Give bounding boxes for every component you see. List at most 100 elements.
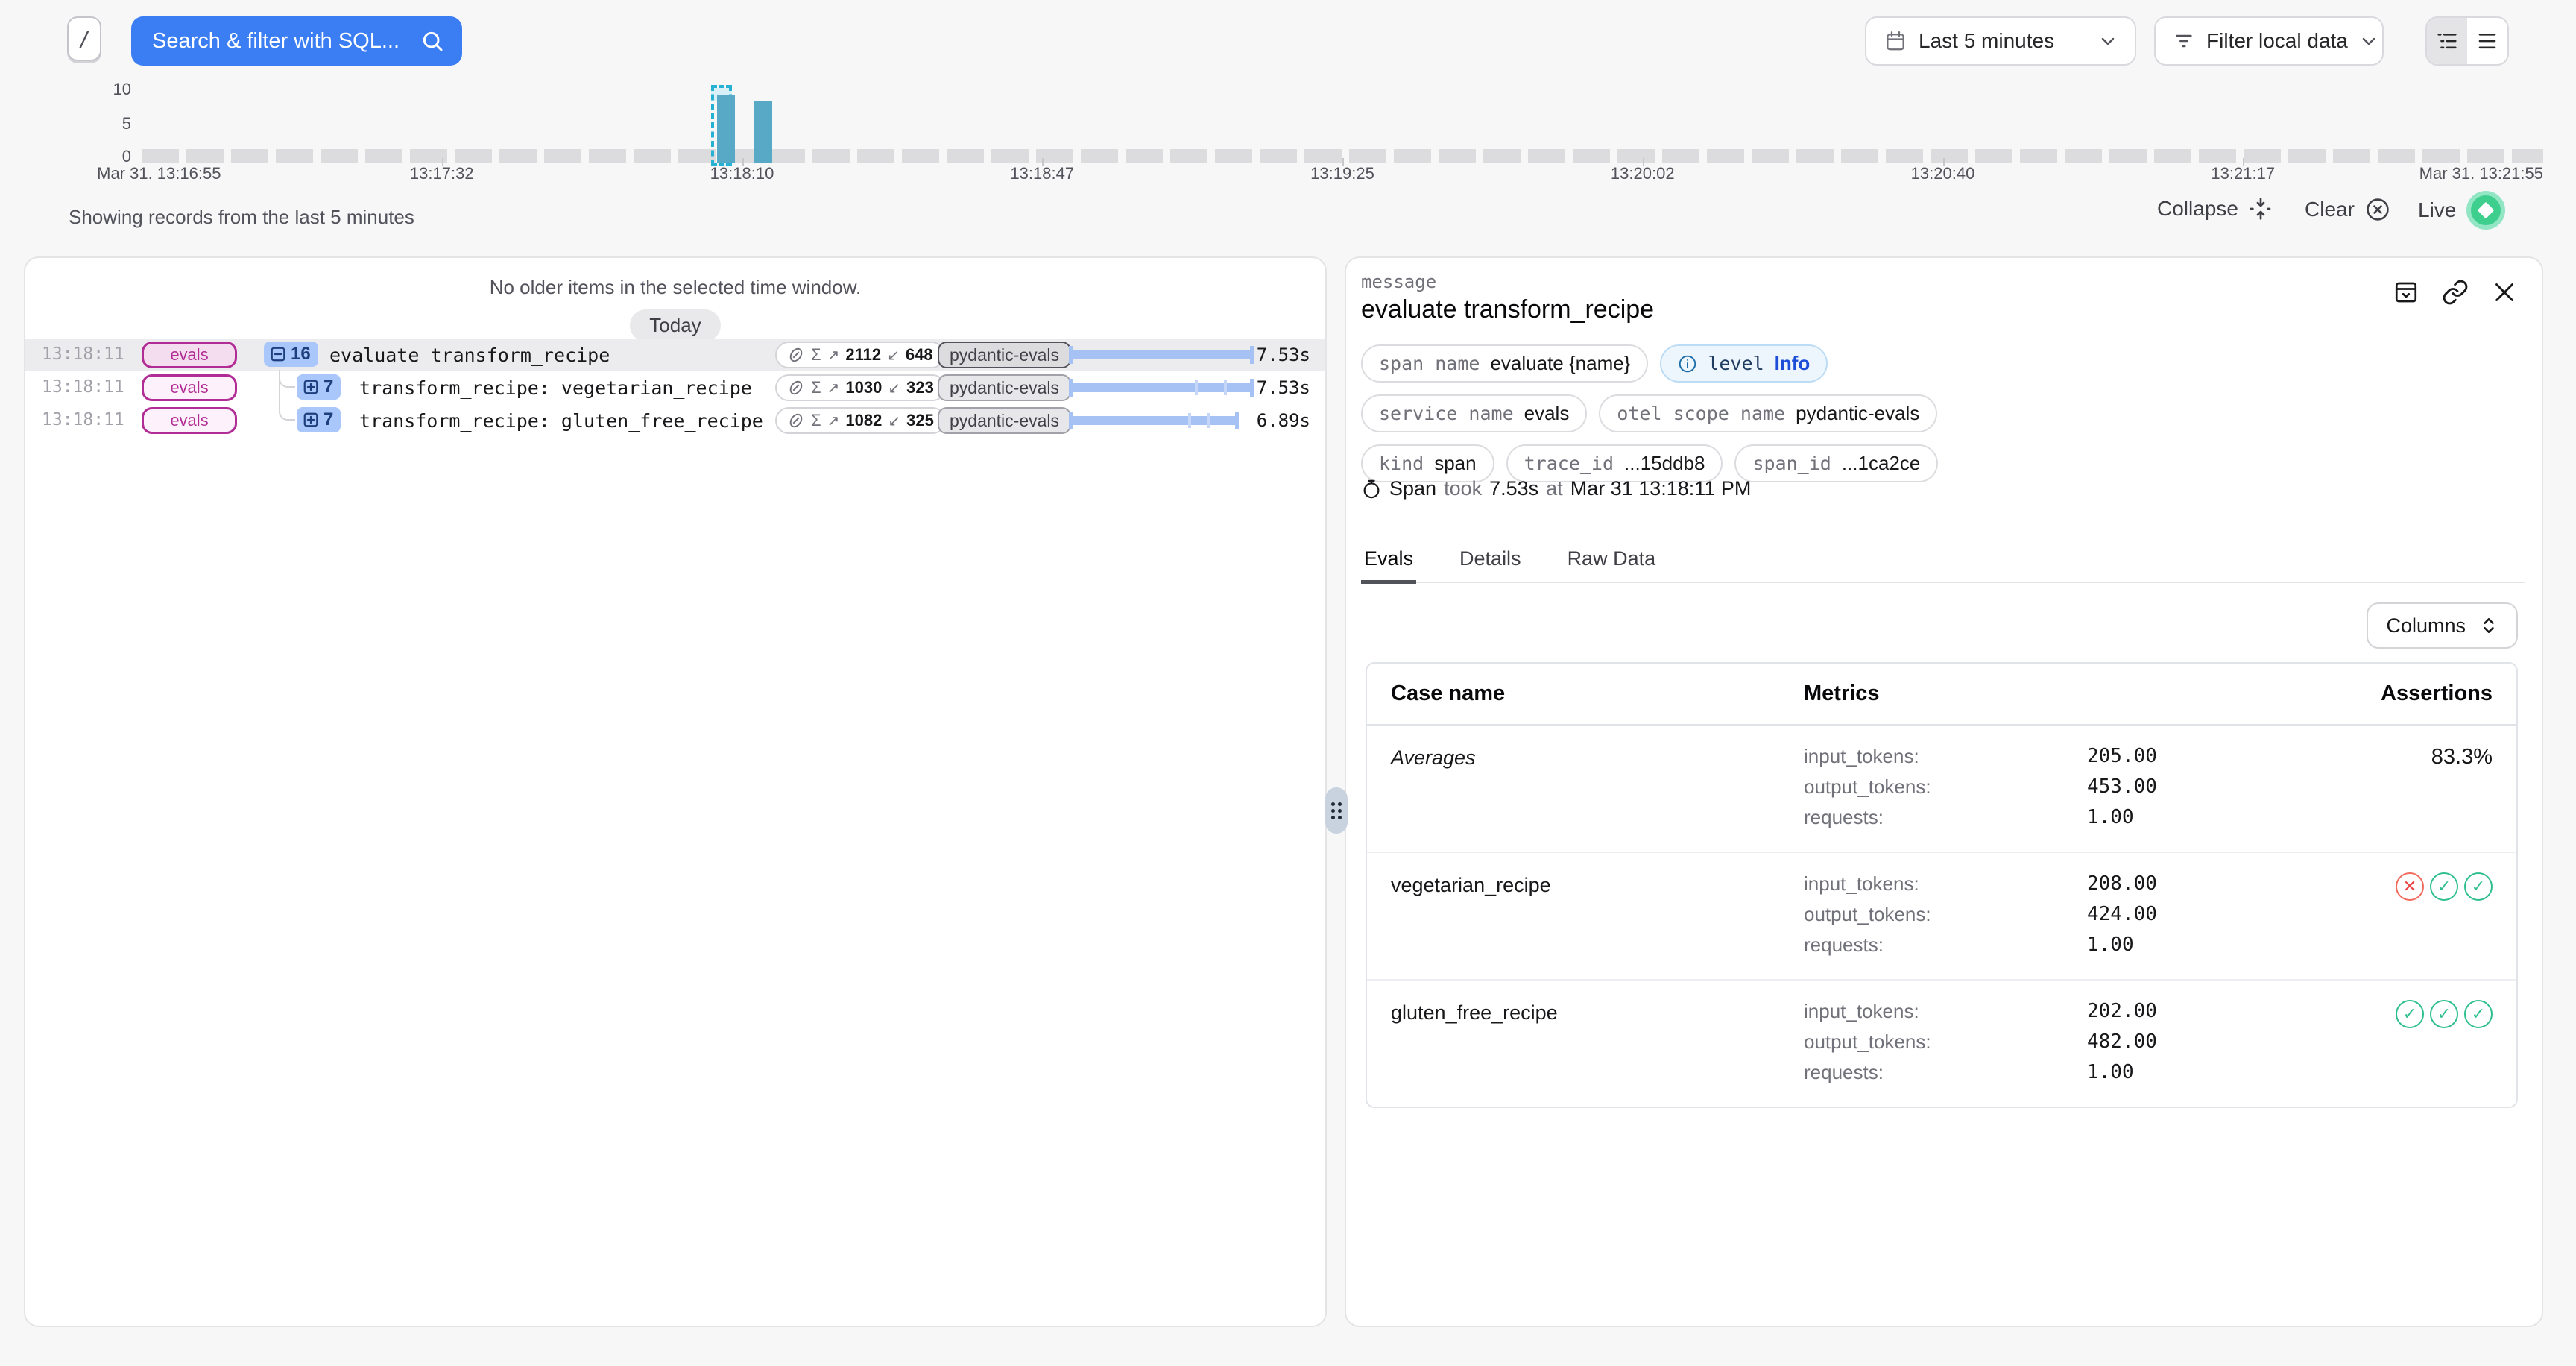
x-axis-tickmark: [2243, 158, 2244, 166]
evals-tag-badge[interactable]: evals: [142, 342, 237, 368]
search-button[interactable]: Search & filter with SQL...: [131, 16, 462, 66]
clear-button[interactable]: Clear: [2305, 197, 2390, 222]
table-row-averages: Averages input_tokens:205.00 output_toke…: [1367, 726, 2516, 853]
expand-children-badge[interactable]: 7: [297, 374, 341, 400]
clear-icon: [2365, 197, 2390, 222]
dock-panel-icon[interactable]: [2393, 279, 2419, 306]
x-axis-label: 13:18:47: [1010, 164, 1074, 183]
child-count: 7: [323, 409, 333, 430]
metrics-cell: input_tokens:202.00 output_tokens:482.00…: [1804, 1000, 2299, 1084]
detail-title: evaluate transform_recipe: [1361, 295, 1654, 324]
record-row-child[interactable]: 13:18:11 evals 7 transform_recipe: veget…: [25, 371, 1325, 404]
collapse-children-badge[interactable]: 16: [264, 342, 318, 367]
x-axis-label: 13:20:40: [1911, 164, 1975, 183]
attribute-pill-otel-scope[interactable]: otel_scope_namepydantic-evals: [1599, 394, 1937, 432]
assertion-pass-icon: ✓: [2464, 872, 2493, 901]
token-usage-chip: Σ ↗1082 ↙325: [775, 407, 946, 434]
input-tokens: 1030: [845, 378, 882, 397]
search-icon: [420, 29, 444, 53]
span-name[interactable]: transform_recipe: gluten_free_recipe: [359, 410, 763, 432]
assertion-fail-icon: ✕: [2396, 872, 2424, 901]
span-name[interactable]: evaluate transform_recipe: [329, 344, 610, 366]
evals-tag-badge[interactable]: evals: [142, 374, 237, 401]
assertions-icons: ✓ ✓ ✓: [2299, 1000, 2493, 1084]
record-kind-label: message: [1361, 271, 1436, 292]
timeline-bar-selected[interactable]: [717, 95, 735, 163]
clear-label: Clear: [2305, 198, 2355, 221]
tokens-icon: [787, 379, 805, 397]
x-axis-tickmark: [1943, 158, 1945, 166]
sort-updown-icon: [2479, 616, 2498, 635]
live-toggle[interactable]: Live: [2418, 191, 2505, 230]
x-axis-label: 13:18:10: [710, 164, 774, 183]
close-icon[interactable]: [2491, 279, 2518, 306]
span-name[interactable]: transform_recipe: vegetarian_recipe: [359, 377, 752, 399]
record-row-parent[interactable]: 13:18:11 evals 16 evaluate transform_rec…: [25, 339, 1325, 371]
stopwatch-icon: [1361, 479, 1382, 500]
duration-bar: [1069, 415, 1239, 427]
x-axis-tickmark: [742, 158, 744, 166]
span-detail-panel: message evaluate transform_recipe span_n…: [1345, 256, 2543, 1327]
x-axis-label: Mar 31. 13:16:55: [97, 164, 221, 183]
tab-details[interactable]: Details: [1456, 547, 1524, 582]
child-count: 16: [291, 344, 311, 365]
list-view-icon: [2476, 30, 2498, 52]
x-axis-tickmark: [1643, 158, 1644, 166]
columns-button[interactable]: Columns: [2367, 602, 2518, 649]
time-range-select[interactable]: Last 5 minutes: [1865, 16, 2136, 66]
expand-children-badge[interactable]: 7: [297, 407, 341, 432]
plus-square-icon: [303, 379, 319, 395]
list-view-button[interactable]: [2467, 18, 2507, 64]
sum-icon: Σ: [811, 378, 821, 397]
input-tokens-arrow-icon: ↗: [827, 412, 840, 430]
search-placeholder: Search & filter with SQL...: [152, 29, 408, 54]
tab-raw-data[interactable]: Raw Data: [1565, 547, 1659, 582]
duration-value: 6.89s: [1257, 410, 1310, 431]
showing-records-text: Showing records from the last 5 minutes: [69, 206, 414, 229]
record-time: 13:18:11: [42, 377, 124, 397]
child-count: 7: [323, 377, 333, 397]
x-axis-label: 13:20:02: [1611, 164, 1675, 183]
collapse-button[interactable]: Collapse: [2157, 197, 2273, 221]
panel-resize-handle[interactable]: [1325, 787, 1348, 834]
evals-tag-badge[interactable]: evals: [142, 407, 237, 434]
attribute-pill-level[interactable]: levelInfo: [1660, 344, 1828, 383]
metrics-cell: input_tokens:208.00 output_tokens:424.00…: [1804, 872, 2299, 957]
otel-scope-tag[interactable]: pydantic-evals: [938, 374, 1071, 401]
otel-scope-tag[interactable]: pydantic-evals: [938, 342, 1071, 368]
attribute-pills: span_nameevaluate {name} levelInfo servi…: [1361, 344, 1938, 482]
otel-scope-tag[interactable]: pydantic-evals: [938, 407, 1071, 434]
logfire-live-view: / Search & filter with SQL... Last 5 min…: [0, 0, 2576, 1366]
x-axis-tickmark: [1342, 158, 1344, 166]
records-timeline-chart[interactable]: 10 5 0 Mar 31. 13:16:55 13:17:32 13:18:1…: [0, 75, 2576, 194]
tab-evals[interactable]: Evals: [1361, 547, 1416, 584]
record-row-child[interactable]: 13:18:11 evals 7 transform_recipe: glute…: [25, 404, 1325, 437]
attribute-pill-span-name[interactable]: span_nameevaluate {name}: [1361, 344, 1648, 383]
x-axis-labels: Mar 31. 13:16:55 13:17:32 13:18:10 13:18…: [142, 164, 2543, 188]
assertion-pass-icon: ✓: [2430, 1000, 2458, 1028]
assertion-pass-icon: ✓: [2396, 1000, 2424, 1028]
tree-view-icon: [2436, 30, 2458, 52]
filter-value: Filter local data: [2206, 29, 2348, 53]
timeline-bar[interactable]: [754, 101, 772, 163]
case-name: Averages: [1391, 745, 1804, 829]
tokens-icon: [787, 412, 805, 429]
col-header-metrics: Metrics: [1804, 682, 2299, 706]
chevron-down-icon: [2099, 32, 2117, 50]
live-indicator-icon[interactable]: [2466, 191, 2505, 230]
tree-view-button[interactable]: [2427, 18, 2467, 64]
attribute-pill-span-id[interactable]: span_id...1ca2ce: [1734, 444, 1938, 482]
assertions-percentage: 83.3%: [2299, 745, 2493, 829]
slash-shortcut-key: /: [67, 16, 101, 61]
copy-link-icon[interactable]: [2442, 279, 2469, 306]
duration-value: 7.53s: [1257, 344, 1310, 365]
table-row-vegetarian-recipe: vegetarian_recipe input_tokens:208.00 ou…: [1367, 853, 2516, 981]
evals-table: Case name Metrics Assertions Averages in…: [1366, 662, 2518, 1108]
x-axis-tickmark: [1042, 158, 1044, 166]
token-usage-chip: Σ ↗2112 ↙648: [775, 342, 945, 368]
case-name: gluten_free_recipe: [1391, 1000, 1804, 1084]
filter-local-data-select[interactable]: Filter local data: [2154, 16, 2384, 66]
detail-tabs: Evals Details Raw Data: [1361, 547, 2525, 583]
attribute-pill-service-name[interactable]: service_nameevals: [1361, 394, 1587, 432]
record-time: 13:18:11: [42, 344, 124, 364]
